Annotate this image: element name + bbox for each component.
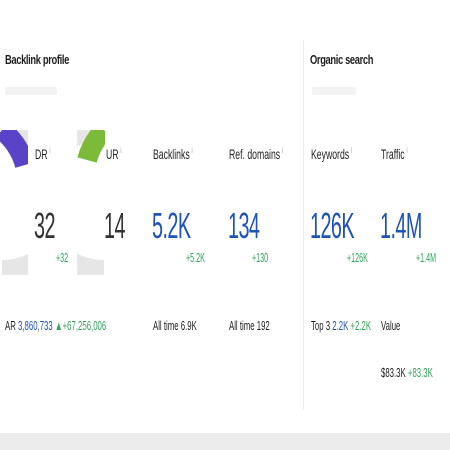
ur-gauge-icon — [77, 130, 105, 275]
dr-label: DR i — [35, 146, 51, 162]
top3-value[interactable]: 2.2K — [332, 318, 348, 333]
keywords-delta: +126K — [347, 250, 368, 265]
keywords-label: Keywords i — [311, 146, 353, 162]
organic-search-title: Organic search — [310, 52, 374, 67]
traffic-label: Traffic i — [381, 146, 408, 162]
bottom-strip — [0, 433, 450, 450]
backlinks-delta: +5.2K — [186, 250, 205, 265]
backlinks-label: Backlinks i — [153, 146, 193, 162]
ref-domains-label: Ref. domains i — [229, 146, 284, 162]
keywords-value[interactable]: 126K — [310, 208, 355, 244]
ref-domains-value[interactable]: 134 — [228, 208, 260, 244]
dr-value: 32 — [34, 205, 55, 246]
top3-delta: +2.2K — [350, 318, 372, 333]
ref-domains-delta: +130 — [252, 250, 269, 265]
traffic-value[interactable]: 1.4M — [380, 208, 422, 244]
ar-delta: ▲+67,256,006 — [54, 318, 107, 333]
backlink-profile-title: Backlink profile — [5, 52, 69, 67]
traffic-value-delta: +83.3K — [407, 365, 433, 380]
backlinks-value[interactable]: 5.2K — [152, 208, 191, 244]
section-divider — [303, 40, 304, 410]
keywords-top3: Top 3 2.2K +2.2K — [311, 318, 372, 333]
ur-label: UR i — [106, 146, 122, 162]
ar-row: AR 3,860,733 ▲+67,256,006 — [5, 318, 107, 333]
ur-value: 14 — [104, 205, 125, 246]
dr-gauge-icon — [0, 130, 28, 275]
ref-domains-alltime: All time 192 — [229, 318, 270, 333]
traffic-value-label: Value — [381, 318, 401, 333]
backlink-profile-subtitle-placeholder — [5, 87, 57, 95]
dr-delta: +32 — [56, 250, 69, 265]
traffic-delta: +1.4M — [416, 250, 437, 265]
organic-search-subtitle-placeholder — [312, 87, 356, 95]
ar-value[interactable]: 3,860,733 — [18, 318, 53, 333]
backlinks-alltime: All time 6.9K — [153, 318, 197, 333]
traffic-value-row: $83.3K +83.3K — [381, 365, 433, 380]
